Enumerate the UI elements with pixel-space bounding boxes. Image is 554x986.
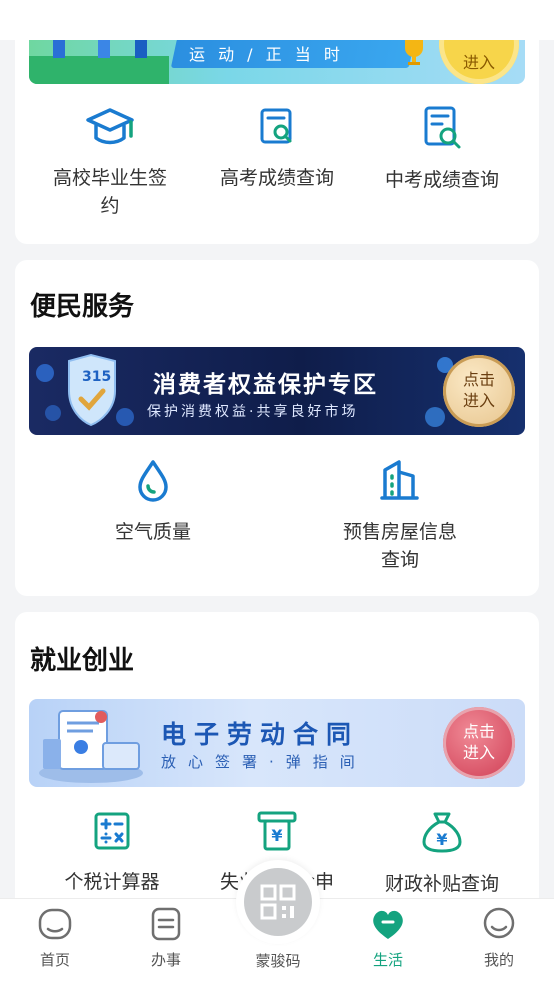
tab-label: 我的 [483, 951, 514, 969]
grid-item-label: 高校毕业生签约 [52, 167, 167, 217]
grid-item-graduate-signing[interactable]: 高校毕业生签约 [40, 104, 180, 220]
labor-contract-banner[interactable]: 电子劳动合同 放心签署·弹指间 点击 进入 [29, 699, 525, 787]
banner-enter-label: 点击 进入 [462, 370, 495, 410]
grid-item-zhongkao-score[interactable]: 中考成绩查询 [372, 104, 512, 194]
water-drop-icon [138, 460, 168, 502]
contract-illustration [39, 710, 143, 783]
profile-icon [483, 907, 515, 939]
yuan-atm-icon: ¥ [257, 811, 297, 851]
grid-item-air-quality[interactable]: 空气质量 [83, 456, 223, 546]
sports-enter-label: 进入 [462, 53, 495, 72]
tab-profile[interactable]: 我的 [464, 907, 534, 970]
banner-subtitle: 放心签署·弹指间 [161, 753, 367, 771]
grid-item-fiscal-subsidy[interactable]: ¥ 财政补贴查询 [372, 808, 512, 898]
money-bag-icon: ¥ [422, 812, 462, 853]
doc-search-icon [260, 108, 292, 144]
calculator-icon [94, 812, 130, 850]
tab-label: 办事 [150, 951, 181, 969]
grid-item-gaokao-score[interactable]: 高考成绩查询 [207, 104, 347, 192]
qr-code-label: 蒙骏码 [255, 952, 301, 970]
banner-enter-button[interactable]: 点击 进入 [443, 355, 515, 427]
tab-label: 生活 [372, 951, 403, 969]
graduation-cap-icon [86, 108, 134, 145]
home-icon [38, 908, 72, 940]
banner-title: 电子劳动合同 [161, 720, 360, 749]
tab-home[interactable]: 首页 [20, 907, 90, 970]
banner-subtitle: 保护消费权益·共享良好市场 [147, 404, 359, 420]
banner-enter-button[interactable]: 点击 进入 [443, 707, 515, 779]
tab-tasks[interactable]: 办事 [131, 907, 201, 970]
grid-item-presale-housing[interactable]: 预售房屋信息查询 [330, 456, 470, 574]
banner-enter-label: 点击 进入 [462, 722, 495, 762]
shield-315-icon [36, 353, 134, 427]
convenience-card: 便民服务 315 消费者权益保护专区 保护消费权益·共享良好市场 点击 进入 空… [15, 260, 539, 596]
status-bar [0, 0, 554, 40]
section-title: 就业创业 [30, 646, 135, 676]
banner-badge: 315 [82, 369, 112, 385]
banner-title: 消费者权益保护专区 [153, 372, 378, 398]
grid-item-tax-calculator[interactable]: 个税计算器 [42, 808, 182, 896]
qr-code-icon [260, 884, 296, 920]
grid-item-label: 财政补贴查询 [384, 873, 499, 895]
grid-item-label: 中考成绩查询 [384, 169, 499, 191]
tasks-icon [151, 907, 181, 941]
tab-life[interactable]: 生活 [353, 907, 423, 970]
tab-label: 首页 [39, 951, 70, 969]
grid-item-label: 高考成绩查询 [219, 167, 334, 189]
grid-item-label: 个税计算器 [64, 871, 160, 893]
svg-text:¥: ¥ [271, 826, 282, 845]
trophy-icon [405, 40, 423, 65]
grid-item-label: 预售房屋信息查询 [342, 521, 457, 571]
section-title: 便民服务 [30, 292, 135, 322]
qr-code-button[interactable] [236, 860, 320, 944]
qr-code-circle [244, 868, 312, 936]
doc-search-cap-icon [424, 106, 461, 149]
svg-text:¥: ¥ [436, 830, 447, 849]
building-icon [380, 460, 419, 500]
education-card: 运 动 / 正 当 时 进入 高校毕业生签约 高考成绩查询 中考成绩查询 [15, 20, 539, 244]
life-icon [373, 910, 403, 939]
sports-banner-text: 运 动 / 正 当 时 [189, 45, 344, 64]
grid-item-label: 空气质量 [114, 521, 191, 543]
consumer-rights-banner[interactable]: 315 消费者权益保护专区 保护消费权益·共享良好市场 点击 进入 [29, 347, 525, 435]
